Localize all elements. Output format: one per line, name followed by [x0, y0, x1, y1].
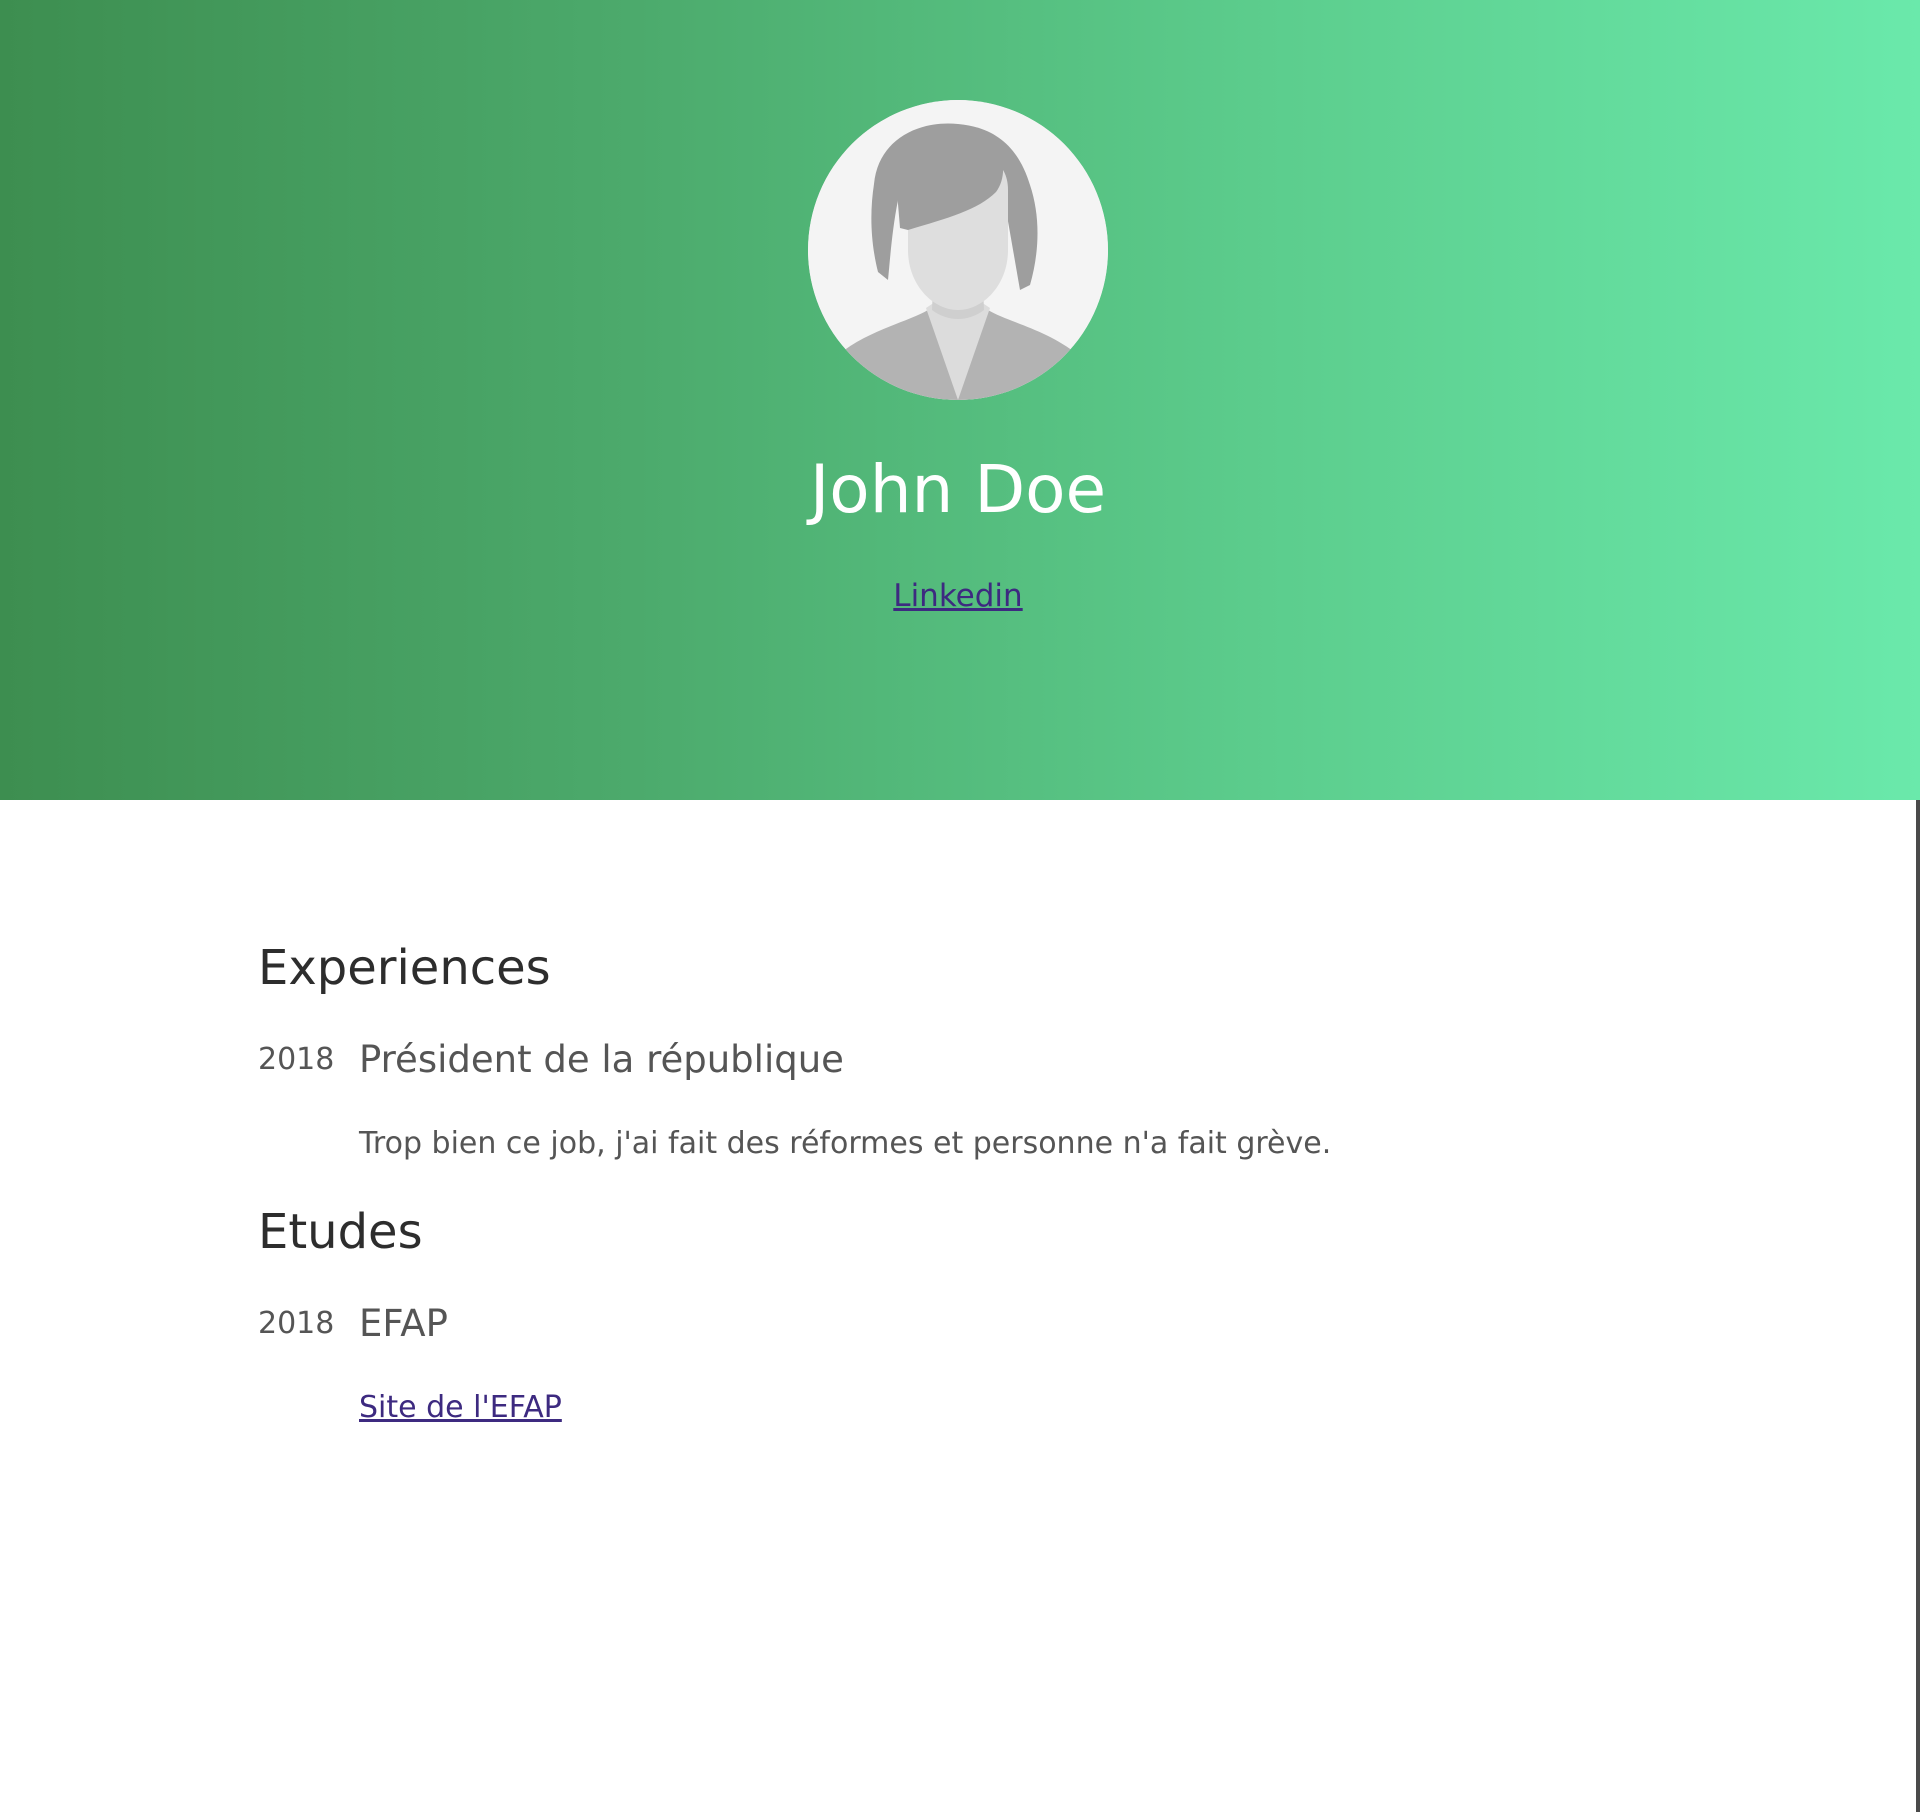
experiences-heading: Experiences — [258, 940, 551, 996]
education-heading: Etudes — [258, 1204, 423, 1260]
efap-site-link[interactable]: Site de l'EFAP — [359, 1388, 562, 1428]
experience-title: Président de la république — [359, 1038, 844, 1081]
scrollbar-edge — [1916, 800, 1920, 1812]
linkedin-link[interactable]: Linkedin — [760, 576, 1156, 616]
education-year: 2018 — [258, 1306, 335, 1341]
education-title: EFAP — [359, 1302, 448, 1345]
profile-name: John Doe — [809, 451, 1107, 528]
experience-description: Trop bien ce job, j'ai fait des réformes… — [359, 1126, 1332, 1161]
female-avatar-placeholder-icon — [808, 100, 1108, 400]
header-banner: John Doe Linkedin — [0, 0, 1920, 800]
resume-page: John Doe Linkedin Experiences 2018 Prési… — [0, 0, 1920, 1812]
avatar — [808, 100, 1108, 400]
experience-year: 2018 — [258, 1042, 335, 1077]
